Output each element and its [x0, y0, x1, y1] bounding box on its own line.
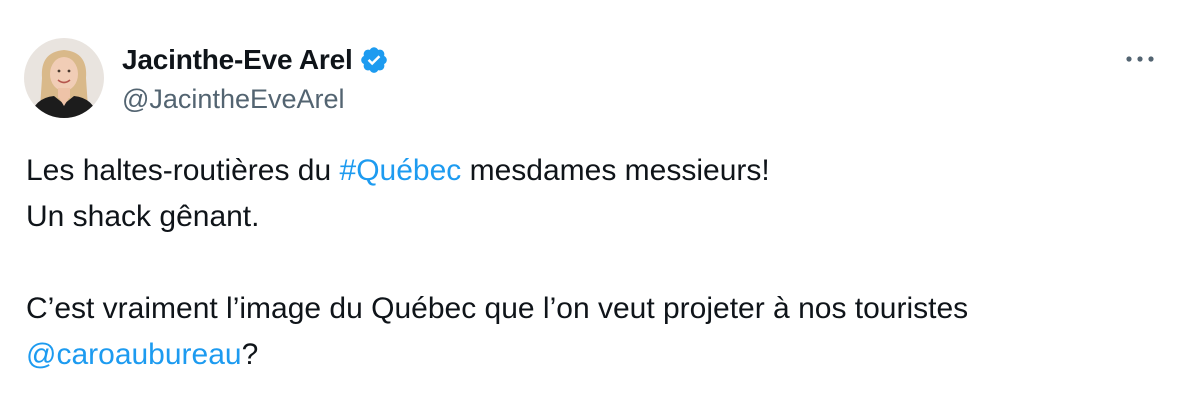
more-options-button[interactable]: [1120, 44, 1160, 74]
tweet-line-3: C’est vraiment l’image du Québec que l’o…: [26, 292, 969, 325]
verified-badge-icon[interactable]: [359, 45, 389, 75]
author-handle[interactable]: @JacintheEveArel: [122, 84, 389, 115]
name-row: Jacinthe-Eve Arel: [122, 42, 389, 78]
mention-link[interactable]: @caroaubureau: [26, 338, 242, 371]
more-horizontal-icon: [1126, 56, 1154, 62]
tweet-header: Jacinthe-Eve Arel @JacintheEveArel: [24, 38, 389, 118]
tweet-text-segment: ?: [241, 338, 259, 371]
author-avatar[interactable]: [24, 38, 104, 118]
hashtag-link[interactable]: #Québec: [340, 154, 462, 187]
tweet-text-segment: Les haltes-routières du: [26, 154, 340, 187]
tweet-card: Jacinthe-Eve Arel @JacintheEveArel Les h…: [0, 0, 1188, 418]
tweet-text: Les haltes-routières du #Québec mesdames…: [26, 148, 1156, 378]
tweet-text-segment: mesdames messieurs!: [461, 154, 770, 187]
author-display-name[interactable]: Jacinthe-Eve Arel: [122, 44, 353, 76]
avatar-photo: [24, 38, 104, 118]
tweet-line-4: @caroaubureau?: [26, 332, 1156, 378]
tweet-line-1: Les haltes-routières du #Québec mesdames…: [26, 148, 1156, 194]
author-identity: Jacinthe-Eve Arel @JacintheEveArel: [122, 42, 389, 115]
tweet-line-2: Un shack gênant.: [26, 200, 260, 233]
